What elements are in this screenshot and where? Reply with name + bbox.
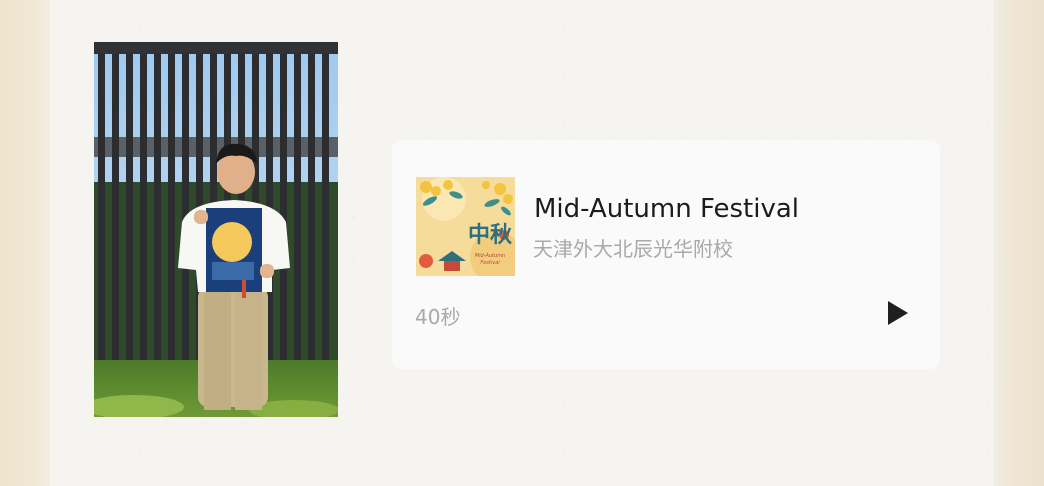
student-photo[interactable] — [94, 42, 338, 417]
student-holding-book-image — [94, 42, 338, 417]
cover-title-text: 中秋 — [468, 222, 513, 248]
audio-duration: 40秒 — [415, 305, 461, 329]
play-button[interactable] — [882, 298, 912, 328]
mid-autumn-cover-art-icon: 中秋 Mid-Autumn Festival — [416, 177, 515, 276]
play-icon — [888, 301, 908, 325]
cover-caption-text: Mid-Autumn Festival — [474, 253, 506, 266]
audio-author: 天津外大北辰光华附校 — [533, 237, 733, 261]
audio-title: Mid-Autumn Festival — [534, 194, 800, 224]
audio-card[interactable]: 中秋 Mid-Autumn Festival Mid-Autumn Festiv… — [392, 140, 940, 369]
